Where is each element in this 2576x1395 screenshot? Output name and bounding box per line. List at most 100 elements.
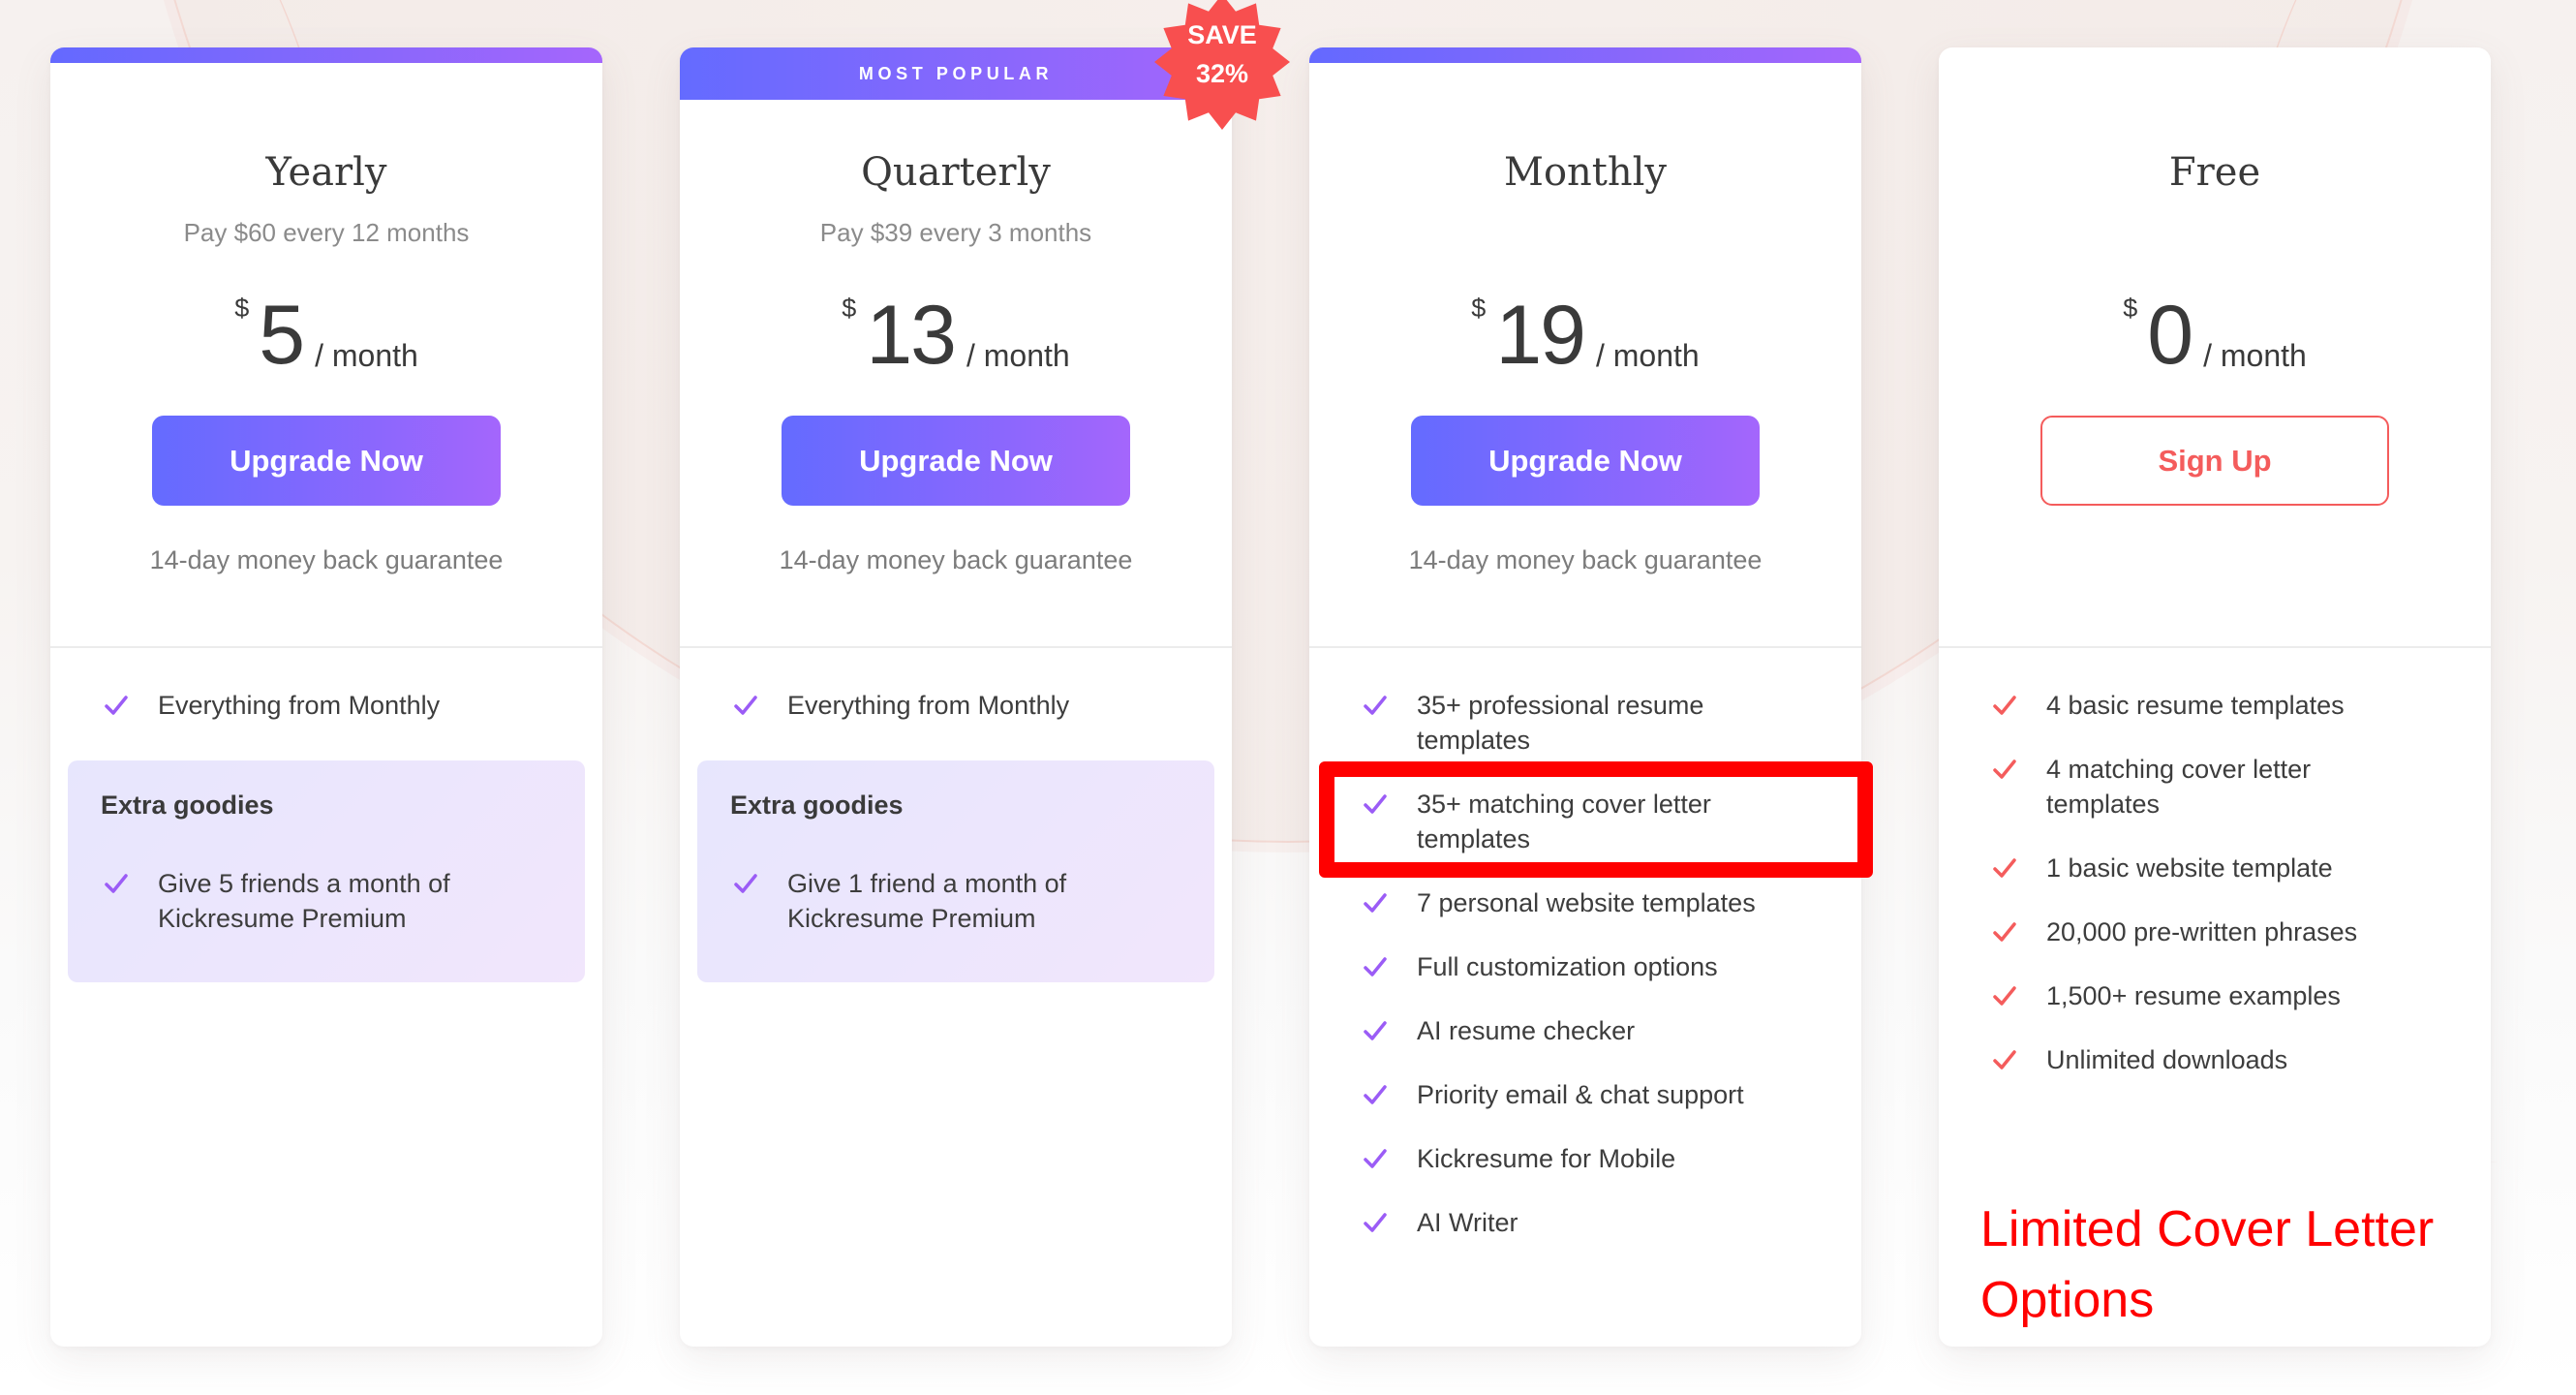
check-icon	[1363, 790, 1388, 819]
check-icon	[1363, 952, 1388, 981]
check-icon	[1992, 1045, 2017, 1074]
price: $ 19 / month	[1309, 290, 1861, 377]
price-amount: 5	[259, 289, 305, 382]
price-amount: 0	[2147, 289, 2193, 382]
price-period: / month	[2203, 338, 2307, 373]
feature-text: 20,000 pre-written phrases	[2046, 917, 2358, 946]
sign-up-button[interactable]: Sign Up	[2040, 416, 2389, 506]
feature-item: Everything from Monthly	[680, 688, 1232, 723]
divider	[1309, 646, 1861, 648]
feature-text: Give 1 friend a month of Kickresume Prem…	[787, 869, 1067, 933]
feature-item: Everything from Monthly	[50, 688, 602, 723]
upgrade-now-button[interactable]: Upgrade Now	[1411, 416, 1760, 506]
plan-title: Yearly	[265, 150, 387, 195]
extra-goodies-title: Extra goodies	[101, 790, 274, 820]
feature-item: Full customization options	[1309, 949, 1861, 984]
price-currency: $	[1471, 294, 1487, 323]
divider	[1939, 646, 2491, 648]
plan-title: Free	[2168, 150, 2261, 195]
price-period: / month	[1595, 338, 1700, 373]
feature-list: 4 basic resume templates 4 matching cove…	[1939, 688, 2491, 1106]
divider	[680, 646, 1232, 648]
check-icon	[733, 691, 758, 720]
save-percent: 32%	[1195, 59, 1249, 88]
upgrade-now-button[interactable]: Upgrade Now	[152, 416, 501, 506]
feature-text: Everything from Monthly	[158, 691, 441, 720]
money-back-guarantee: 14-day money back guarantee	[779, 545, 1133, 574]
feature-item: 7 personal website templates	[1309, 885, 1861, 920]
feature-text: 4 basic resume templates	[2046, 691, 2345, 720]
plan-card-monthly: Monthly $ 19 / month Upgrade Now 14-day …	[1309, 47, 1861, 1347]
extra-goodies-title: Extra goodies	[730, 790, 904, 820]
card-accent-stripe	[1309, 47, 1861, 63]
price-amount: 19	[1495, 289, 1586, 382]
check-icon	[1992, 853, 2017, 883]
feature-item: Priority email & chat support	[1309, 1077, 1861, 1112]
check-icon	[1363, 888, 1388, 917]
price-period: / month	[966, 338, 1070, 373]
feature-text: 1 basic website template	[2046, 853, 2333, 883]
feature-text: Everything from Monthly	[787, 691, 1070, 720]
check-icon	[1363, 691, 1388, 720]
check-icon	[1992, 981, 2017, 1010]
divider	[50, 646, 602, 648]
feature-item: AI Writer	[1309, 1205, 1861, 1240]
feature-text: 35+ matching cover letter templates	[1417, 790, 1711, 853]
feature-item: Give 5 friends a month of Kickresume Pre…	[68, 866, 585, 936]
check-icon	[1363, 1080, 1388, 1109]
feature-text: 4 matching cover letter templates	[2046, 755, 2312, 819]
feature-item: 4 basic resume templates	[1939, 688, 2491, 723]
feature-text: Kickresume for Mobile	[1417, 1144, 1676, 1173]
save-badge-text: SAVE 32%	[1154, 16, 1290, 93]
price: $ 13 / month	[680, 290, 1232, 377]
check-icon	[1363, 1016, 1388, 1045]
feature-item: AI resume checker	[1309, 1013, 1861, 1048]
price-period: / month	[315, 338, 418, 373]
plan-billing-note: Pay $60 every 12 months	[183, 218, 470, 247]
plan-card-yearly: Yearly Pay $60 every 12 months $ 5 / mon…	[50, 47, 602, 1347]
feature-list: Everything from Monthly	[680, 688, 1232, 752]
price-currency: $	[234, 294, 250, 323]
feature-item: 35+ professional resume templates	[1309, 688, 1861, 758]
feature-text: AI resume checker	[1417, 1016, 1636, 1045]
check-icon	[1992, 917, 2017, 946]
most-popular-banner: MOST POPULAR	[680, 47, 1232, 100]
extra-goodies-box: Extra goodies Give 5 friends a month of …	[68, 760, 585, 982]
price: $ 0 / month	[1939, 290, 2491, 377]
save-badge: SAVE 32%	[1154, 0, 1290, 130]
annotation-label: Limited Cover Letter Options	[1980, 1201, 2435, 1328]
price-amount: 13	[866, 289, 957, 382]
plan-card-free: Free $ 0 / month Sign Up 4 basic resume …	[1939, 47, 2491, 1347]
feature-text: AI Writer	[1417, 1208, 1518, 1237]
price-currency: $	[842, 294, 857, 323]
check-icon	[104, 869, 129, 898]
feature-text: 7 personal website templates	[1417, 888, 1756, 917]
check-icon	[104, 691, 129, 720]
check-icon	[1363, 1144, 1388, 1173]
extra-goodies-box: Extra goodies Give 1 friend a month of K…	[697, 760, 1214, 982]
price-currency: $	[2123, 294, 2138, 323]
feature-text: 1,500+ resume examples	[2046, 981, 2341, 1010]
feature-item: 1,500+ resume examples	[1939, 978, 2491, 1013]
check-icon	[1992, 691, 2017, 720]
feature-text: Unlimited downloads	[2046, 1045, 2288, 1074]
plan-billing-note: Pay $39 every 3 months	[819, 218, 1092, 247]
check-icon	[733, 869, 758, 898]
feature-item: 20,000 pre-written phrases	[1939, 914, 2491, 949]
feature-text: Give 5 friends a month of Kickresume Pre…	[158, 869, 450, 933]
feature-list: 35+ professional resume templates 35+ ma…	[1309, 688, 1861, 1269]
feature-list: Everything from Monthly	[50, 688, 602, 752]
feature-item: Give 1 friend a month of Kickresume Prem…	[697, 866, 1214, 936]
feature-text: Priority email & chat support	[1417, 1080, 1744, 1109]
feature-text: 35+ professional resume templates	[1417, 691, 1704, 755]
money-back-guarantee: 14-day money back guarantee	[149, 545, 504, 574]
upgrade-now-button[interactable]: Upgrade Now	[782, 416, 1130, 506]
plan-title: Monthly	[1503, 150, 1668, 195]
price: $ 5 / month	[50, 290, 602, 377]
plan-card-quarterly: MOST POPULAR Quarterly Pay $39 every 3 m…	[680, 47, 1232, 1347]
feature-item: Unlimited downloads	[1939, 1042, 2491, 1077]
save-label: SAVE	[1187, 20, 1257, 49]
money-back-guarantee: 14-day money back guarantee	[1408, 545, 1763, 574]
plan-title: Quarterly	[861, 150, 1051, 195]
check-icon	[1363, 1208, 1388, 1237]
